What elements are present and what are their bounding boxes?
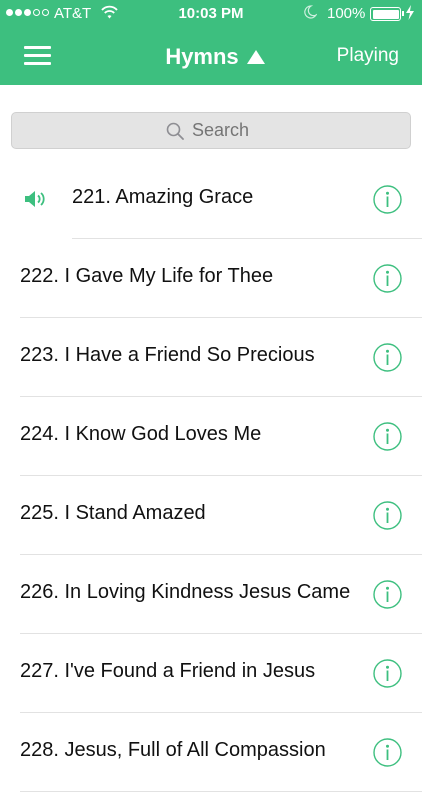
info-icon[interactable] (373, 501, 402, 530)
hymn-title: 228. Jesus, Full of All Compassion (20, 739, 326, 761)
battery-icon (370, 7, 404, 21)
info-icon[interactable] (373, 422, 402, 451)
search-input[interactable] (192, 120, 256, 141)
hymn-row[interactable]: 224. I Know God Loves Me (0, 397, 422, 476)
hymn-row[interactable]: 227. I've Found a Friend in Jesus (0, 634, 422, 713)
hymn-title: 227. I've Found a Friend in Jesus (20, 660, 316, 682)
info-icon[interactable] (373, 185, 402, 214)
hymn-row[interactable]: 221. Amazing Grace (0, 160, 422, 239)
playing-button[interactable]: Playing (337, 45, 399, 67)
triangle-up-icon (246, 50, 265, 64)
battery-percent: 100% (327, 5, 366, 22)
menu-button[interactable] (24, 44, 52, 68)
status-bar: AT&T 10:03 PM 100% (0, 0, 422, 30)
hymn-row[interactable]: 226. In Loving Kindness Jesus Came (0, 555, 422, 634)
hymn-title: 225. I Stand Amazed (20, 502, 206, 524)
hymn-title: 224. I Know God Loves Me (20, 423, 262, 445)
speaker-icon (24, 190, 48, 213)
info-icon[interactable] (373, 580, 402, 609)
hymn-row[interactable]: 225. I Stand Amazed (0, 476, 422, 555)
hymn-row[interactable]: 222. I Gave My Life for Thee (0, 239, 422, 318)
hymn-row[interactable]: 228. Jesus, Full of All Compassion (0, 713, 422, 792)
info-icon[interactable] (373, 659, 402, 688)
nav-bar: Hymns Playing (0, 30, 422, 85)
hymn-row[interactable]: 223. I Have a Friend So Precious (0, 318, 422, 397)
do-not-disturb-icon (304, 5, 318, 23)
header: AT&T 10:03 PM 100% Hymns Playing (0, 0, 422, 85)
info-icon[interactable] (373, 264, 402, 293)
title-selector[interactable]: Hymns (150, 40, 280, 74)
hymn-title: 226. In Loving Kindness Jesus Came (20, 581, 351, 603)
info-icon[interactable] (373, 343, 402, 372)
hymn-title: 223. I Have a Friend So Precious (20, 344, 315, 366)
search-bar (0, 85, 422, 160)
charging-bolt-icon (405, 5, 415, 24)
hymn-title: 222. I Gave My Life for Thee (20, 265, 274, 287)
info-icon[interactable] (373, 738, 402, 767)
search-icon (166, 122, 184, 140)
hymn-list: 221. Amazing Grace 222. I Gave My Life fo… (0, 160, 422, 792)
search-field[interactable] (11, 112, 411, 149)
hymn-title: 221. Amazing Grace (72, 186, 254, 208)
page-title: Hymns (165, 44, 239, 69)
